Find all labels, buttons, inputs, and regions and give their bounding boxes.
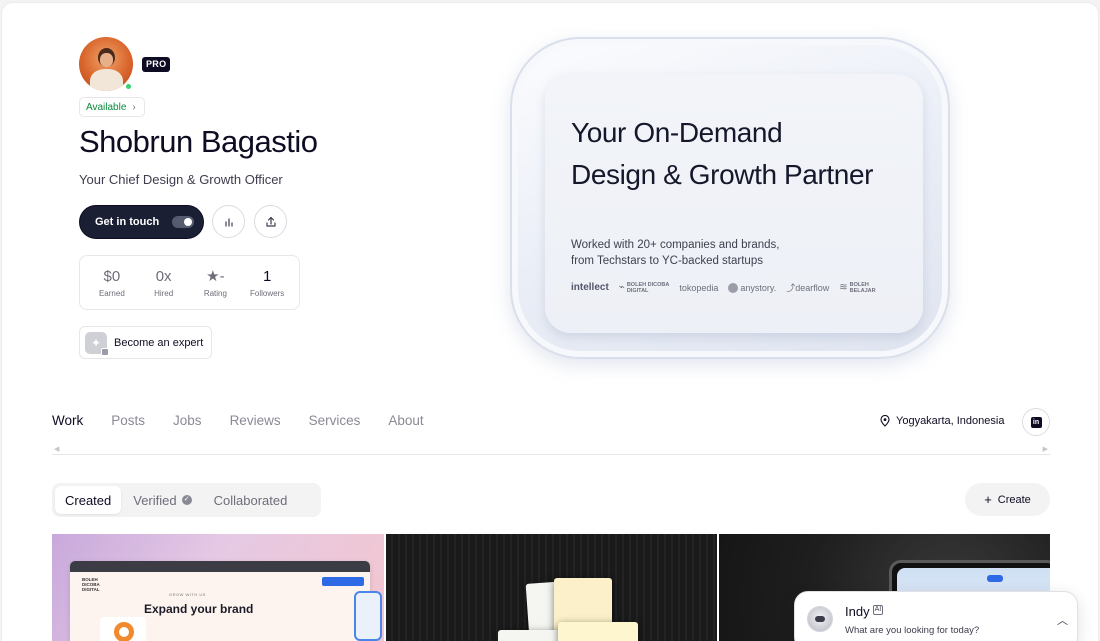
mockup-paper — [558, 622, 638, 641]
stat-value: 1 — [262, 267, 272, 285]
mockup-pill — [987, 575, 1003, 582]
mockup-paper — [498, 630, 560, 641]
tabs-scrollbar[interactable]: ◀ ▶ — [52, 445, 1050, 455]
toggle-icon — [172, 216, 195, 228]
logo-boleh-dicoba: ⌁ BOLEH DICOBA DIGITAL — [619, 282, 670, 294]
logo-text-line: DIGITAL — [626, 287, 649, 294]
scroll-left-icon[interactable]: ◀ — [54, 445, 59, 453]
logo-text: anystory. — [740, 282, 777, 293]
plus-icon: + — [984, 492, 992, 507]
mockup-phone — [354, 591, 382, 641]
profile-tabs: Work Posts Jobs Reviews Services About — [52, 413, 424, 428]
logo-intellect: intellect — [571, 282, 609, 293]
avatar-face — [100, 53, 113, 67]
share-button[interactable] — [254, 205, 287, 238]
hero-title: Your On-Demand Design & Growth Partner — [571, 112, 916, 196]
hero-title-line: Design & Growth Partner — [571, 159, 874, 190]
filter-verified[interactable]: Verified ✓ — [123, 486, 201, 514]
stat-rating: ★- Rating — [190, 256, 242, 309]
assistant-name-text: Indy — [845, 604, 870, 619]
anystory-mark-icon — [728, 282, 739, 293]
bar-chart-icon — [224, 217, 233, 227]
mockup-cta — [322, 577, 364, 586]
dearflow-mark-icon: ⤴ — [786, 283, 796, 293]
mockup-logo: BOLEH DICOBA DIGITAL — [82, 577, 108, 592]
hero-subtitle: Worked with 20+ companies and brands, fr… — [571, 237, 891, 269]
availability-label: Available — [86, 101, 127, 113]
assistant-prompt: What are you looking for today? — [845, 625, 980, 636]
mockup-kicker: GROW WITH US — [169, 592, 206, 597]
linkedin-button[interactable]: in — [1022, 408, 1050, 436]
stat-value: $0 — [103, 267, 121, 285]
stat-value: 0x — [155, 267, 172, 285]
astronaut-avatar-icon — [807, 606, 833, 632]
profile-name: Shobrun Bagastio — [79, 124, 318, 159]
stats-button[interactable] — [212, 205, 245, 238]
mockup-logo-line: DIGITAL — [82, 587, 100, 592]
work-filter: Created Verified ✓ Collaborated — [52, 483, 321, 517]
scroll-right-icon[interactable]: ▶ — [1043, 445, 1048, 453]
filter-collaborated[interactable]: Collaborated — [204, 486, 298, 514]
online-status-dot — [124, 82, 133, 91]
stat-label: Rating — [203, 289, 227, 298]
share-icon — [265, 216, 276, 227]
logo-tokopedia: tokopedia — [679, 282, 719, 293]
stat-followers[interactable]: 1 Followers — [241, 256, 293, 309]
availability-pill[interactable]: Available › — [79, 97, 145, 117]
ai-badge: AI — [872, 605, 884, 615]
logo-text: dearflow — [795, 283, 830, 293]
linkedin-icon: in — [1030, 416, 1042, 428]
mockup-logo-line: BOLEH DICOBA — [82, 577, 100, 587]
get-in-touch-button[interactable]: Get in touch — [79, 205, 204, 239]
chevron-right-icon: › — [132, 101, 136, 113]
logo-boleh-belajar: ≋ BOLEH BELAJAR — [839, 282, 875, 294]
stat-value: ★- — [206, 268, 225, 285]
hero-subtitle-line: Worked with 20+ companies and brands, — [571, 239, 780, 251]
create-button[interactable]: + Create — [965, 483, 1050, 516]
tab-work[interactable]: Work — [52, 413, 83, 428]
hero-subtitle-line: from Techstars to YC-backed startups — [571, 255, 763, 267]
work-thumbnail[interactable] — [386, 534, 717, 641]
chevron-up-icon[interactable]: ︿ — [1057, 612, 1068, 628]
hero-title-line: Your On-Demand — [571, 117, 783, 148]
tab-posts[interactable]: Posts — [111, 413, 145, 428]
filter-label: Verified — [133, 492, 177, 508]
tab-jobs[interactable]: Jobs — [173, 413, 202, 428]
avatar-body — [90, 69, 123, 91]
tab-reviews[interactable]: Reviews — [230, 413, 281, 428]
stat-label: Hired — [154, 288, 174, 298]
filter-created[interactable]: Created — [55, 486, 122, 514]
browser-bar — [70, 561, 370, 572]
map-pin-icon — [880, 415, 890, 427]
stat-label: Followers — [250, 288, 285, 298]
stat-hired: 0x Hired — [138, 256, 190, 309]
boleh-dicoba-mark-icon: ⌁ — [618, 282, 625, 293]
get-in-touch-label: Get in touch — [95, 216, 160, 228]
work-thumbnail[interactable]: BOLEH DICOBA DIGITAL GROW WITH US Expand … — [52, 534, 384, 641]
become-expert-label: Become an expert — [114, 336, 204, 349]
assistant-name: Indy AI — [845, 604, 884, 619]
location-text: Yogyakarta, Indonesia — [896, 415, 1005, 427]
stats-card: $0 Earned 0x Hired ★- Rating 1 Followers — [79, 255, 300, 310]
tab-services[interactable]: Services — [309, 413, 361, 428]
pro-badge: PRO — [142, 57, 171, 72]
stat-label: Earned — [98, 288, 125, 298]
donut-chart-icon — [114, 622, 134, 641]
mockup-headline: Expand your brand — [144, 602, 254, 616]
profile-tagline: Your Chief Design & Growth Officer — [79, 172, 283, 187]
logo-dearflow: ⤴dearflow — [786, 281, 829, 294]
indy-chat-widget[interactable]: Indy AI What are you looking for today? … — [794, 591, 1078, 641]
logo-text-line: BELAJAR — [849, 287, 876, 294]
tab-about[interactable]: About — [388, 413, 423, 428]
create-label: Create — [997, 493, 1031, 506]
expert-badge-icon — [101, 347, 109, 356]
stat-earned: $0 Earned — [86, 256, 138, 309]
become-expert-button[interactable]: ✦ Become an expert — [79, 326, 212, 359]
sparkle-icon: ✦ — [85, 331, 109, 356]
client-logos: intellect ⌁ BOLEH DICOBA DIGITAL tokopedi… — [571, 281, 876, 294]
verified-check-icon: ✓ — [181, 495, 192, 505]
location: Yogyakarta, Indonesia — [880, 415, 1004, 427]
logo-anystory: anystory. — [728, 282, 777, 293]
boleh-belajar-mark-icon: ≋ — [839, 282, 848, 293]
